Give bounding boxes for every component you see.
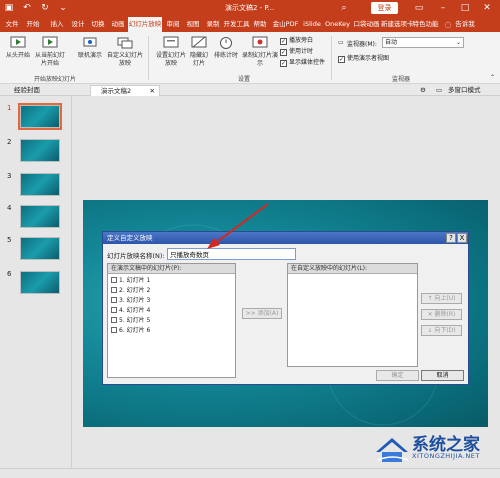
status-bar bbox=[0, 468, 500, 478]
annotation-arrow bbox=[207, 203, 269, 249]
watermark-url: XITONGZHIJIA.NET bbox=[412, 452, 480, 460]
watermark: 系统之家 XITONGZHIJIA.NET bbox=[372, 428, 496, 468]
watermark-logo-icon bbox=[376, 438, 409, 462]
